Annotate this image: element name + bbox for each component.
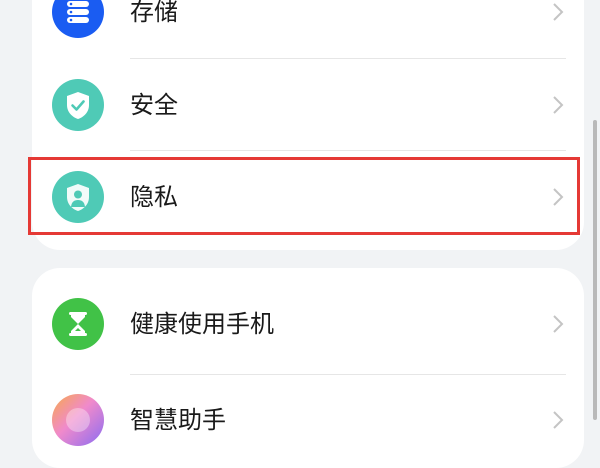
settings-group-2: 健康使用手机 智慧助手 <box>32 268 584 468</box>
chevron-right-icon <box>553 315 564 333</box>
chevron-right-icon <box>553 3 564 21</box>
storage-icon <box>52 0 104 38</box>
settings-item-digital-balance[interactable]: 健康使用手机 <box>32 278 584 370</box>
settings-item-label: 安全 <box>130 91 178 119</box>
assistant-icon <box>52 394 104 446</box>
scrollbar[interactable] <box>593 120 597 420</box>
settings-item-label: 健康使用手机 <box>130 310 274 338</box>
settings-item-assistant[interactable]: 智慧助手 <box>32 374 584 466</box>
chevron-right-icon <box>553 411 564 429</box>
settings-item-label: 存储 <box>130 0 178 26</box>
hourglass-icon <box>52 298 104 350</box>
settings-item-label: 智慧助手 <box>130 406 226 434</box>
settings-item-security[interactable]: 安全 <box>32 59 584 151</box>
highlight-box <box>28 157 580 235</box>
settings-item-storage[interactable]: 存储 <box>32 0 584 58</box>
security-shield-icon <box>52 79 104 131</box>
chevron-right-icon <box>553 96 564 114</box>
